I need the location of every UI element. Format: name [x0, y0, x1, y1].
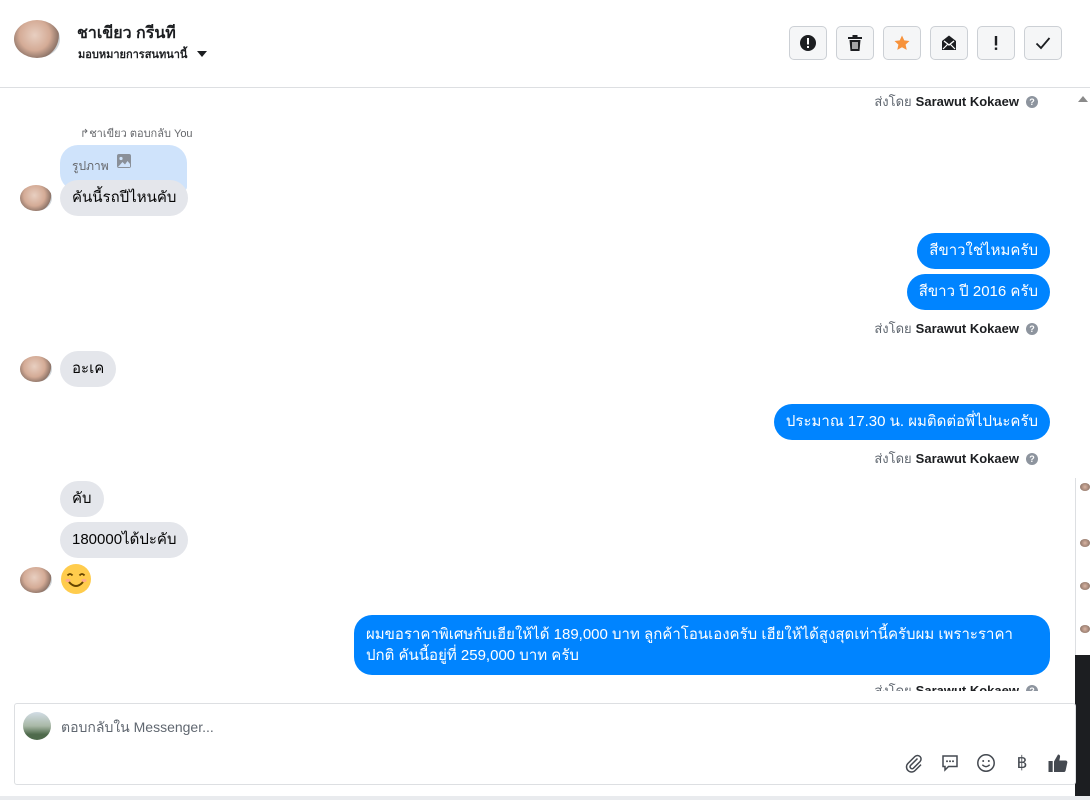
help-icon[interactable]: ?: [1026, 452, 1038, 465]
message-bubble-incoming[interactable]: 180000ได้ปะคับ: [60, 522, 189, 558]
reply-composer: ฿: [14, 703, 1076, 785]
contact-name[interactable]: ชาเขียว กรีนที: [77, 21, 176, 46]
emoji-button[interactable]: [975, 752, 997, 774]
image-icon: [117, 154, 131, 168]
payment-button[interactable]: ฿: [1011, 752, 1033, 774]
like-icon: [1048, 754, 1068, 772]
star-icon: [894, 35, 910, 50]
reply-arrow-icon: ↱: [80, 128, 90, 140]
check-icon: [1035, 37, 1051, 50]
sent-by-prefix: ส่งโดย: [874, 94, 912, 109]
side-avatar[interactable]: [1080, 483, 1090, 491]
trash-icon: [848, 35, 862, 51]
side-avatar[interactable]: [1080, 539, 1090, 547]
sent-by-line: ส่งโดย Sarawut Kokaew ?: [874, 318, 1038, 339]
sent-by-name: Sarawut Kokaew: [915, 683, 1019, 691]
contact-avatar[interactable]: [14, 20, 60, 58]
sent-by-name: Sarawut Kokaew: [915, 94, 1019, 109]
sent-by-prefix: ส่งโดย: [874, 321, 912, 336]
help-icon[interactable]: ?: [1026, 684, 1038, 691]
mark-unread-icon: [942, 35, 956, 50]
reply-note: ↱ชาเขียว ตอบกลับ You: [80, 128, 193, 140]
message-bubble-outgoing[interactable]: สีขาว ปี 2016 ครับ: [906, 274, 1050, 310]
message-bubble-incoming[interactable]: คับ: [60, 481, 104, 517]
message-bubble-outgoing[interactable]: สีขาวใช่ไหมครับ: [917, 233, 1050, 269]
help-icon[interactable]: ?: [1026, 95, 1038, 108]
message-bubble-outgoing[interactable]: ผมขอราคาพิเศษกับเฮียให้ได้ 189,000 บาท ล…: [354, 615, 1050, 675]
sent-by-name: Sarawut Kokaew: [915, 451, 1019, 466]
conversation-header: ชาเขียว กรีนที มอบหมายการสนทนานี้: [0, 0, 1090, 88]
assign-label: มอบหมายการสนทนานี้: [78, 49, 188, 61]
spam-button[interactable]: [789, 26, 827, 60]
saved-reply-button[interactable]: [939, 752, 961, 774]
conversation-toolbar: [789, 26, 1062, 60]
star-button[interactable]: [883, 26, 921, 60]
side-avatar[interactable]: [1080, 582, 1090, 590]
customer-avatar[interactable]: [20, 185, 52, 211]
reply-input[interactable]: [61, 716, 661, 738]
message-bubble-outgoing[interactable]: ประมาณ 17.30 น. ผมติดต่อพี่ไปนะครับ: [773, 404, 1050, 440]
side-avatar[interactable]: [1080, 625, 1090, 633]
delete-button[interactable]: [836, 26, 874, 60]
side-panel-dark: [1075, 655, 1090, 800]
exclamation-icon: [994, 36, 998, 50]
customer-avatar[interactable]: [20, 356, 52, 382]
emoji-icon: [977, 754, 995, 772]
saved-reply-icon: [942, 755, 958, 772]
alert-circle-icon: [800, 35, 816, 51]
composer-tools: ฿: [903, 752, 1069, 774]
assign-conversation-dropdown[interactable]: มอบหมายการสนทนานี้: [78, 45, 208, 63]
sent-by-line: ส่งโดย Sarawut Kokaew ?: [874, 680, 1038, 691]
follow-up-button[interactable]: [977, 26, 1015, 60]
help-icon[interactable]: ?: [1026, 322, 1038, 335]
mark-done-button[interactable]: [1024, 26, 1062, 60]
sent-by-line: ส่งโดย Sarawut Kokaew ?: [874, 91, 1038, 112]
caret-down-icon: [197, 51, 208, 57]
image-label: รูปภาพ: [72, 159, 109, 173]
bottom-divider: [0, 796, 1090, 800]
smile-emoji-icon[interactable]: [60, 563, 92, 595]
sent-by-name: Sarawut Kokaew: [915, 321, 1019, 336]
scroll-up-arrow-icon[interactable]: [1078, 96, 1088, 102]
like-button[interactable]: [1047, 752, 1069, 774]
message-bubble-incoming[interactable]: คันนี้รถปีไหนคับ: [60, 180, 189, 216]
message-bubble-incoming[interactable]: อะเค: [60, 351, 117, 387]
sent-by-line: ส่งโดย Sarawut Kokaew ?: [874, 448, 1038, 469]
attach-button[interactable]: [903, 752, 925, 774]
mark-unread-button[interactable]: [930, 26, 968, 60]
sent-by-prefix: ส่งโดย: [874, 451, 912, 466]
baht-icon: ฿: [1016, 753, 1028, 772]
sent-by-prefix: ส่งโดย: [874, 683, 912, 691]
attach-icon: [905, 754, 922, 773]
page-avatar: [23, 712, 51, 740]
customer-avatar[interactable]: [20, 567, 52, 593]
message-thread[interactable]: ส่งโดย Sarawut Kokaew ? ↱ชาเขียว ตอบกลับ…: [0, 89, 1078, 691]
